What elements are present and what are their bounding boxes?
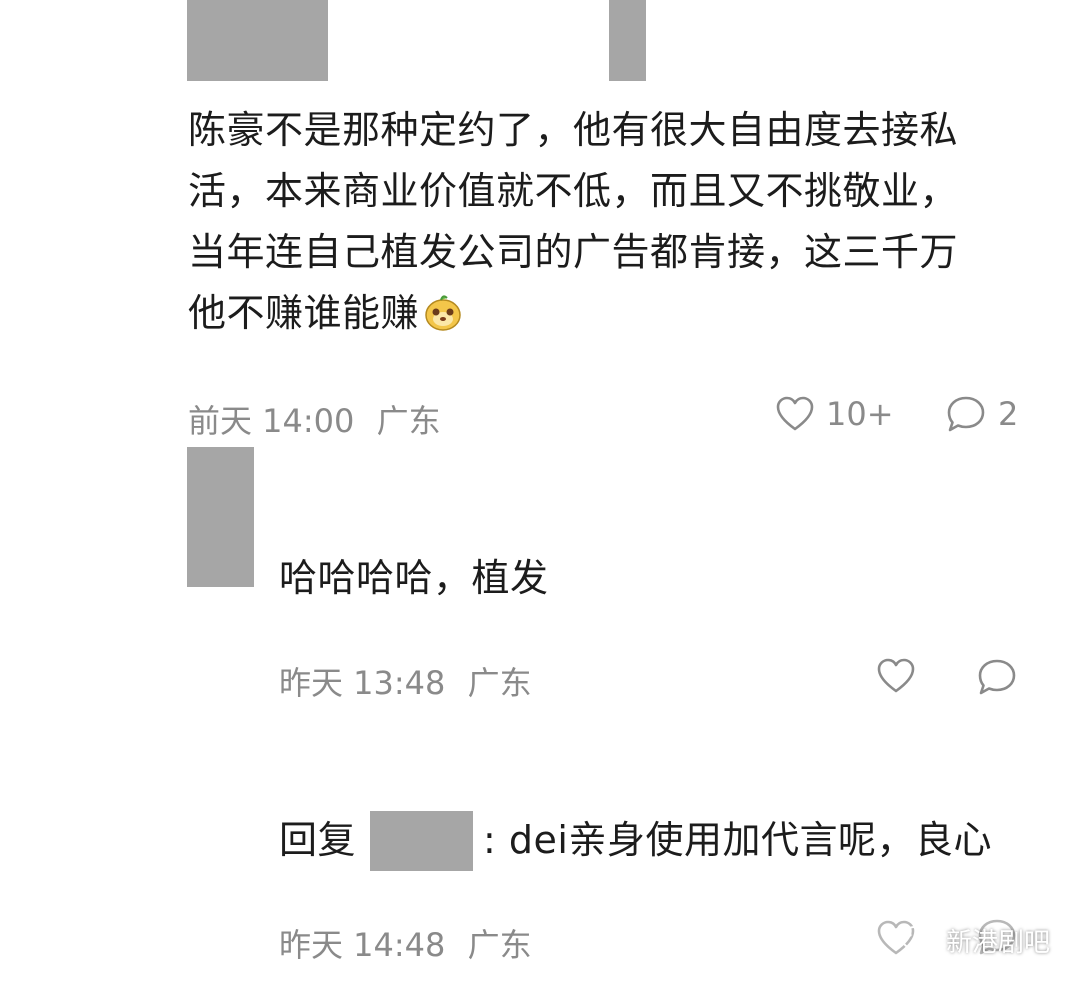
- heart-icon: [877, 658, 915, 693]
- watermark: 新港剧吧: [900, 922, 1050, 959]
- comment-line: 活，本来商业价值就不低，而且又不挑敬业，: [188, 169, 959, 213]
- redacted-avatar: [187, 447, 254, 587]
- emoji-sticker-icon: [425, 295, 461, 331]
- speech-bubble-icon: [978, 659, 1016, 695]
- comment-line: 陈豪不是那种定约了，他有很大自由度去接私: [188, 108, 959, 152]
- redacted-username: [370, 810, 474, 871]
- wechat-icon: [901, 925, 937, 954]
- reply-text: : dei亲身使用加代言呢，良心: [483, 818, 992, 862]
- redacted-avatar: [187, 0, 328, 81]
- comment-line: 当年连自己植发公司的广告都肯接，这三千万: [188, 230, 959, 274]
- reply-button[interactable]: 2: [946, 395, 1018, 433]
- comment-meta: 前天 14:00 广东: [188, 396, 441, 442]
- comment-time: 前天 14:00: [188, 402, 355, 440]
- reply-prefix: 回复: [279, 818, 357, 862]
- heart-icon: [776, 396, 814, 431]
- speech-bubble-icon: [947, 396, 985, 432]
- reply-time: 昨天 13:48: [279, 664, 446, 702]
- reply-time: 昨天 14:48: [279, 926, 446, 964]
- comment-location: 广东: [376, 402, 441, 440]
- reply-location: 广东: [467, 926, 532, 964]
- like-button[interactable]: [877, 658, 915, 694]
- reply-count: 2: [998, 395, 1019, 433]
- watermark-text: 新港剧吧: [946, 928, 1051, 958]
- redacted-image: [609, 0, 646, 81]
- reply-location: 广东: [467, 664, 532, 702]
- comment-text: 陈豪不是那种定约了，他有很大自由度去接私 活，本来商业价值就不低，而且又不挑敬业…: [188, 100, 1048, 344]
- reply-meta: 昨天 13:48 广东: [279, 658, 532, 704]
- reply-meta: 昨天 14:48 广东: [279, 920, 532, 966]
- comment-line: 他不赚谁能赚: [188, 283, 1048, 344]
- reply-text: 哈哈哈哈，植发: [279, 556, 549, 600]
- like-button[interactable]: 10+: [776, 395, 894, 433]
- like-count: 10+: [826, 395, 894, 433]
- reply-line: 回复 : dei亲身使用加代言呢，良心: [279, 810, 992, 871]
- reply-button[interactable]: [977, 658, 1017, 696]
